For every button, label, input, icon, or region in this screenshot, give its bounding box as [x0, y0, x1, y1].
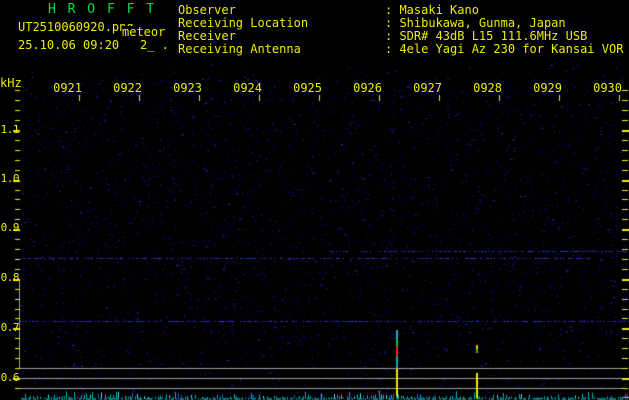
time-tick-label: 0922	[113, 81, 142, 95]
time-tick-label: 0923	[173, 81, 202, 95]
time-tick-label: 0926	[353, 81, 382, 95]
freq-tick-label: 0.9	[0, 221, 20, 234]
info-value: : 4ele Yagi Az 230 for Kansai VOR	[385, 42, 624, 56]
freq-tick-label: 0.7	[0, 321, 20, 334]
echo-counter: 2_ .	[140, 38, 169, 52]
time-tick-label: 0928	[473, 81, 502, 95]
freq-tick-label: 0.6	[0, 371, 20, 384]
datetime-label: 25.10.06 09:20	[18, 38, 120, 52]
freq-axis-unit: kHz	[0, 76, 22, 90]
spectrogram-canvas	[0, 0, 629, 400]
freq-tick-label: 1.0	[0, 172, 20, 185]
time-tick-label: 0924	[233, 81, 262, 95]
info-label: Receiving Antenna	[178, 42, 301, 56]
freq-tick-label: 1.1	[0, 123, 20, 136]
freq-tick-label: 0.8	[0, 271, 20, 284]
hrofft-window: H R O F F T UT2510060920.png meteor 25.1…	[0, 0, 629, 400]
time-tick-label: 0925	[293, 81, 322, 95]
time-tick-label: 0927	[413, 81, 442, 95]
output-filename: UT2510060920.png	[18, 20, 134, 34]
time-tick-label: 0929	[533, 81, 562, 95]
app-title: H R O F F T	[48, 2, 157, 17]
time-tick-label: 0921	[53, 81, 82, 95]
time-tick-label: 0930	[593, 81, 622, 95]
